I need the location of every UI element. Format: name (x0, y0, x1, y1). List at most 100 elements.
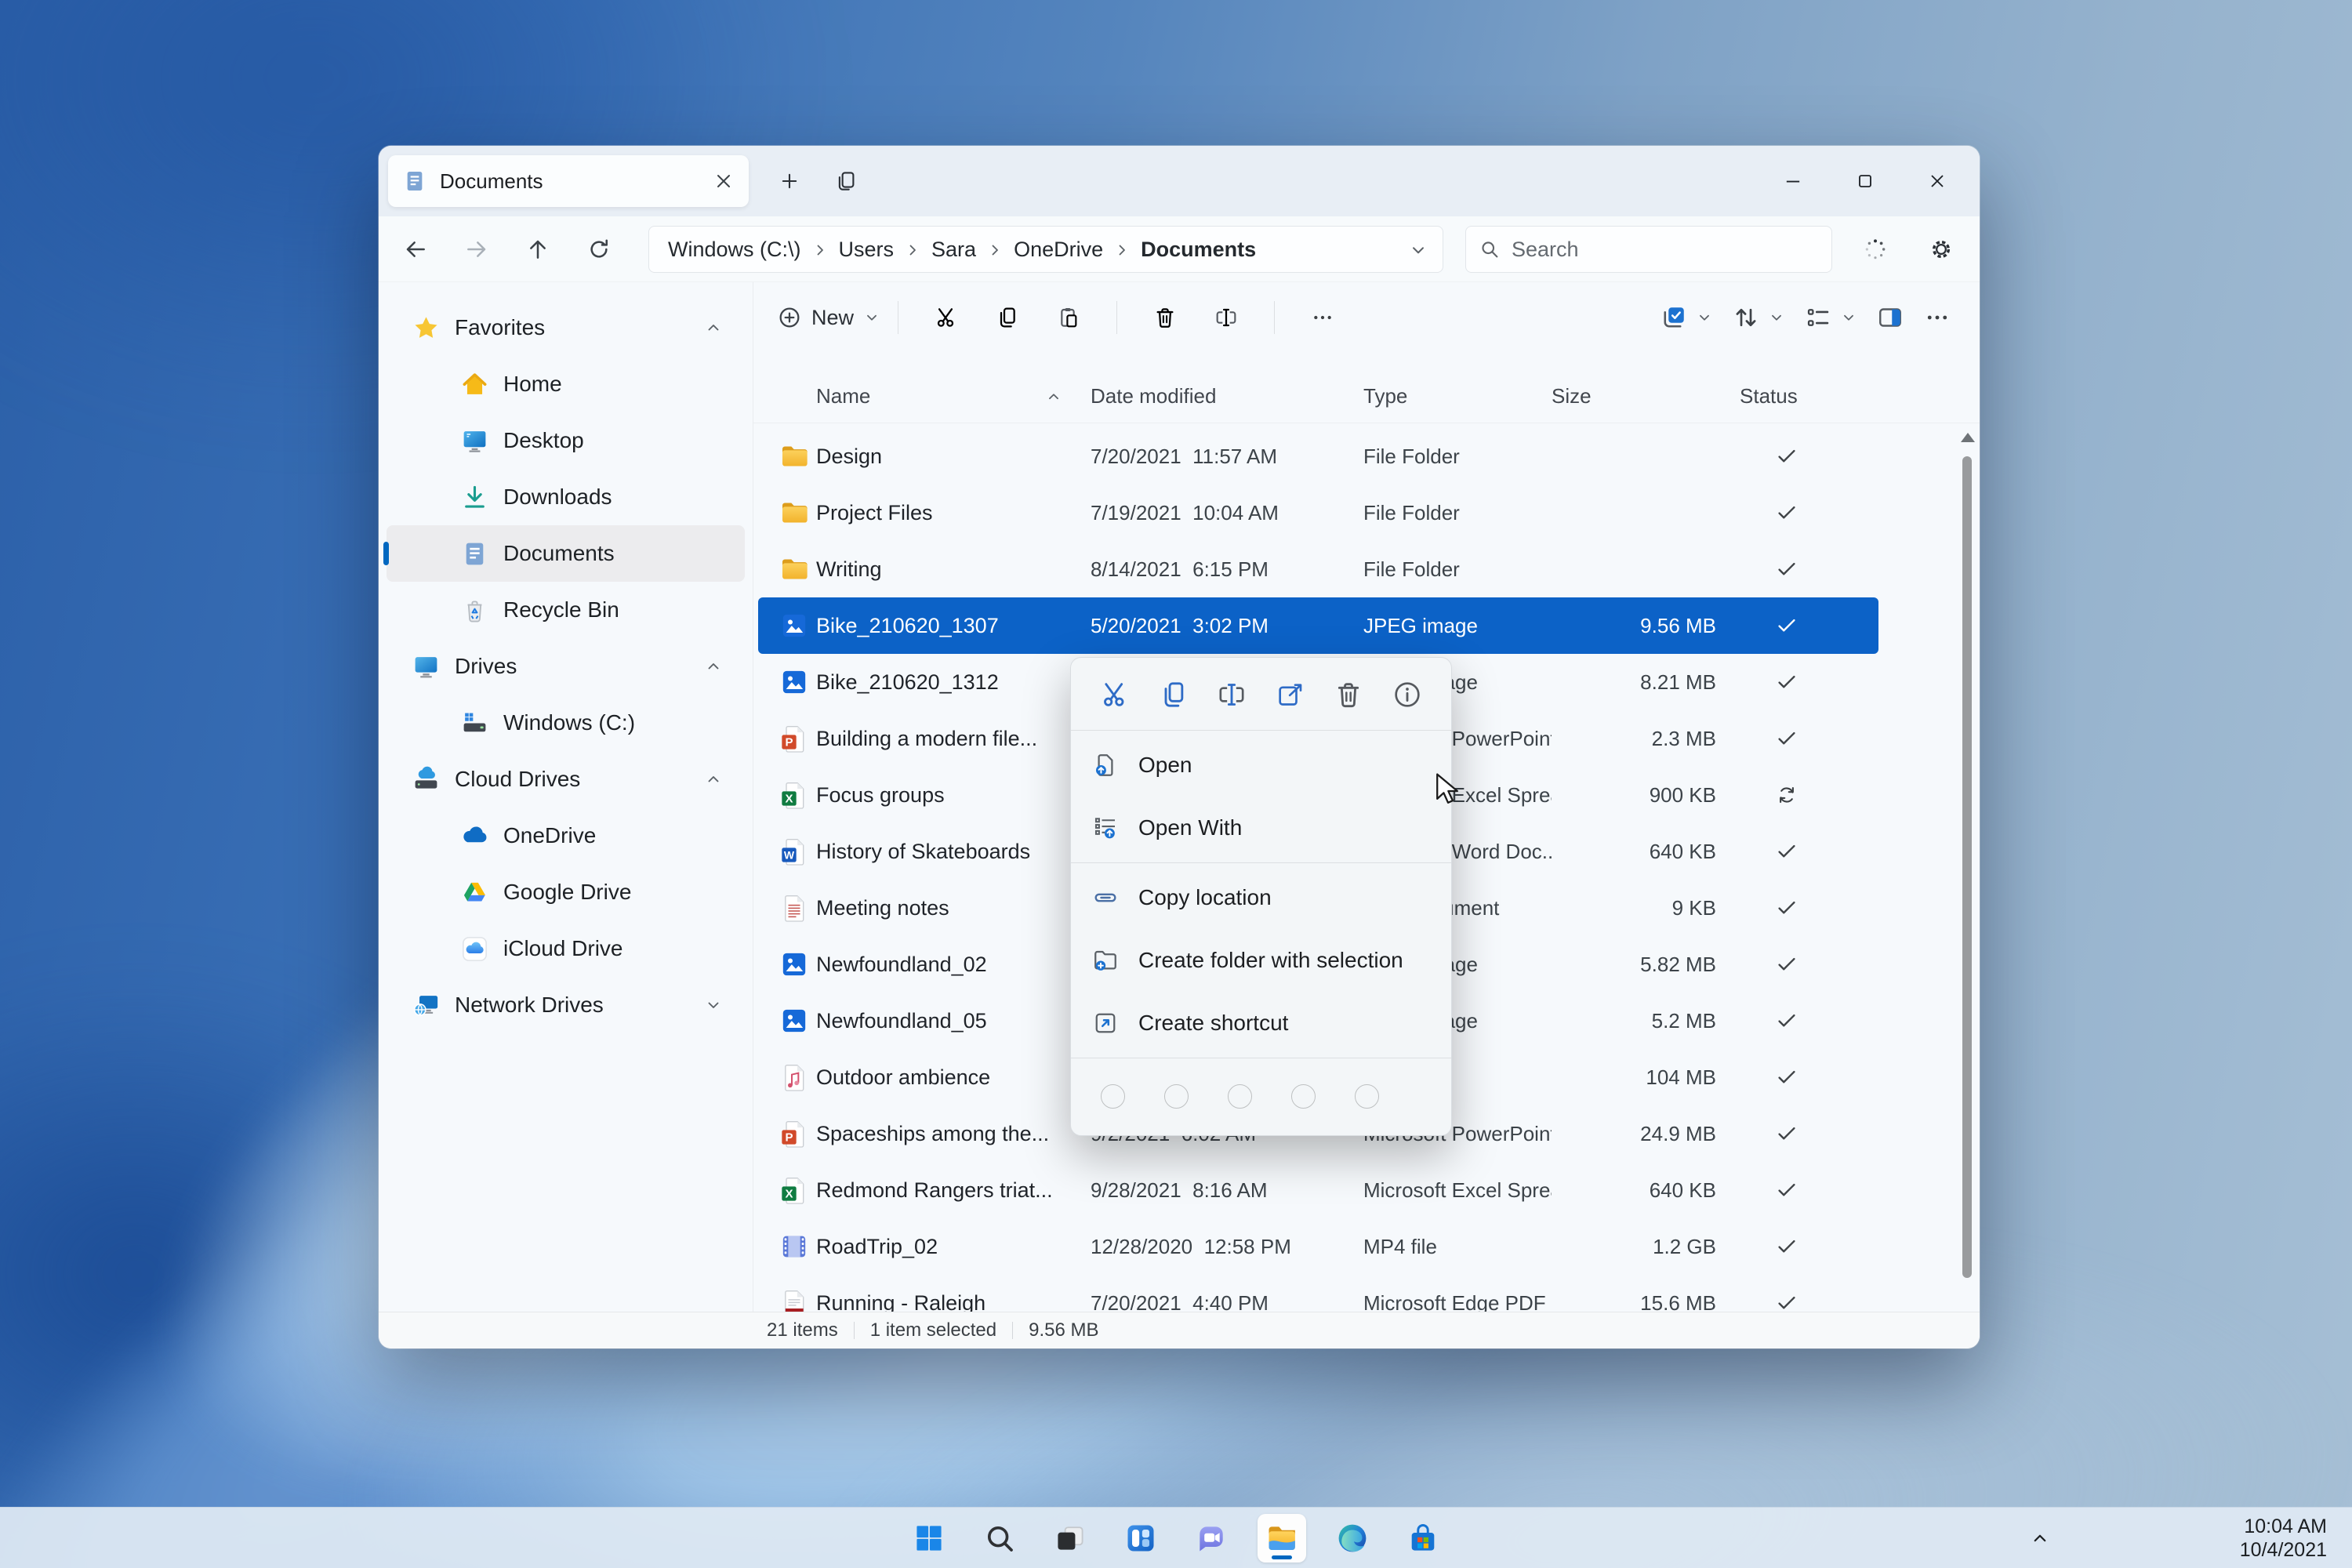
tag-teal[interactable] (1355, 1084, 1379, 1109)
file-row-Project Files[interactable]: Project Files 7/19/2021 10:04 AM File Fo… (758, 485, 1878, 541)
tray-icon-volume[interactable] (2135, 1525, 2161, 1552)
gear-icon[interactable] (1923, 231, 1959, 267)
view-control-button-more[interactable] (1923, 303, 1951, 332)
view-control-icon (1804, 303, 1832, 332)
context-menu-item-copy-location[interactable]: Copy location (1071, 866, 1451, 929)
sidebar-item[interactable]: Recycle Bin (387, 582, 745, 638)
column-header[interactable]: Size (1552, 384, 1740, 408)
sidebar-item-label: Home (503, 372, 745, 397)
file-row-Design[interactable]: Design 7/20/2021 11:57 AM File Folder (758, 428, 1878, 485)
quick-action-delete[interactable] (1333, 679, 1364, 710)
scroll-up-arrow[interactable] (1961, 433, 1975, 442)
context-menu-item-create-shortcut[interactable]: Create shortcut (1071, 992, 1451, 1054)
tab-close-icon[interactable] (713, 170, 735, 192)
taskbar-icon-store[interactable] (1399, 1514, 1447, 1563)
maximize-button[interactable] (1829, 157, 1901, 205)
quick-action-share[interactable] (1275, 679, 1306, 710)
breadcrumb-segment[interactable]: OneDrive (1011, 238, 1138, 262)
view-control-button-sort[interactable] (1732, 303, 1785, 332)
nav-button-refresh[interactable] (575, 225, 623, 274)
tab-actions-button[interactable] (827, 162, 865, 200)
taskbar-icon-start[interactable] (905, 1514, 953, 1563)
toolbar-button-copy[interactable] (977, 293, 1038, 342)
minimize-button[interactable] (1757, 157, 1829, 205)
sidebar-item[interactable]: Desktop (387, 412, 745, 469)
toolbar-button-rename[interactable] (1196, 293, 1257, 342)
clock[interactable]: 10:04 AM 10/4/2021 (2240, 1515, 2327, 1562)
section-chevron-icon[interactable] (704, 770, 723, 789)
sidebar-item[interactable]: Windows (C:) (387, 695, 745, 751)
sidebar-item[interactable]: Drives (387, 638, 745, 695)
context-menu-item-create-folder-with-selection[interactable]: Create folder with selection (1071, 929, 1451, 992)
view-control-button-view[interactable] (1804, 303, 1857, 332)
taskbar-icon-widgets[interactable] (1116, 1514, 1165, 1563)
toolbar-button-cut[interactable] (916, 293, 977, 342)
tray-icon-battery[interactable] (2182, 1525, 2209, 1552)
file-row-RoadTrip_02[interactable]: RoadTrip_02 12/28/2020 12:58 PM MP4 file… (758, 1218, 1878, 1275)
new-tab-button[interactable] (771, 162, 808, 200)
sidebar-item[interactable]: Google Drive (387, 864, 745, 920)
column-header[interactable]: Status (1740, 384, 1834, 408)
toolbar-button-more[interactable] (1292, 293, 1353, 342)
view-control-button-select[interactable] (1660, 303, 1713, 332)
taskbar-icon-task-view[interactable] (1046, 1514, 1094, 1563)
breadcrumb-segment[interactable]: Sara (928, 238, 1011, 262)
sidebar-item[interactable]: Downloads (387, 469, 745, 525)
toolbar-button-delete[interactable] (1134, 293, 1196, 342)
sidebar-item[interactable]: Network Drives (387, 977, 745, 1033)
search-input[interactable] (1512, 238, 1819, 262)
quick-action-cut[interactable] (1099, 679, 1131, 710)
section-chevron-icon[interactable] (704, 318, 723, 337)
sync-status-icon[interactable] (1857, 231, 1893, 267)
taskbar-icon-edge[interactable] (1328, 1514, 1377, 1563)
file-row-Bike_210620_1307[interactable]: Bike_210620_1307 5/20/2021 3:02 PM JPEG … (758, 597, 1878, 654)
file-row-Writing[interactable]: Writing 8/14/2021 6:15 PM File Folder (758, 541, 1878, 597)
taskbar-icon-chat[interactable] (1187, 1514, 1236, 1563)
section-chevron-icon[interactable] (704, 996, 723, 1014)
file-row-Redmond Rangers triat...[interactable]: X Redmond Rangers triat... 9/28/2021 8:1… (758, 1162, 1878, 1218)
nav-button-up[interactable] (514, 225, 562, 274)
view-control-button-preview-pane[interactable] (1876, 303, 1904, 332)
tag-blue[interactable] (1101, 1084, 1125, 1109)
breadcrumb-segment[interactable]: Users (836, 238, 929, 262)
tag-orange[interactable] (1164, 1084, 1189, 1109)
column-header[interactable]: Date modified (1091, 384, 1363, 408)
taskbar-icon-search[interactable] (975, 1514, 1024, 1563)
breadcrumb-dropdown-icon[interactable] (1408, 240, 1428, 260)
sidebar-item[interactable]: Documents (387, 525, 745, 582)
tag-yellow[interactable] (1228, 1084, 1252, 1109)
context-menu-item-open[interactable]: Open (1071, 734, 1451, 797)
breadcrumb-segment[interactable]: Windows (C:\) (665, 238, 836, 262)
new-button[interactable]: New (777, 305, 880, 330)
explorer-tab[interactable]: Documents (388, 155, 749, 207)
context-menu-item-open-with[interactable]: Open With (1071, 797, 1451, 859)
column-header[interactable]: Type (1363, 384, 1552, 408)
quick-action-properties[interactable] (1392, 679, 1423, 710)
chevron-down-icon (1768, 309, 1785, 326)
tag-green[interactable] (1291, 1084, 1316, 1109)
sidebar-item[interactable]: Home (387, 356, 745, 412)
close-button[interactable] (1901, 157, 1973, 205)
scrollbar-thumb[interactable] (1962, 456, 1972, 1278)
nav-button-forward[interactable] (452, 225, 501, 274)
sidebar-item[interactable]: Favorites (387, 299, 745, 356)
sidebar-item-icon (412, 652, 441, 681)
nav-button-back[interactable] (391, 225, 440, 274)
section-chevron-icon[interactable] (704, 657, 723, 676)
quick-action-rename[interactable] (1216, 679, 1247, 710)
toolbar-button-paste[interactable] (1038, 293, 1099, 342)
quick-action-copy[interactable] (1158, 679, 1189, 710)
breadcrumb[interactable]: Windows (C:\) Users Sara OneDrive Docume… (648, 226, 1443, 273)
breadcrumb-segment[interactable]: Documents (1138, 238, 1259, 262)
sidebar-item[interactable]: OneDrive (387, 808, 745, 864)
scrollbar[interactable] (1961, 428, 1973, 1312)
tray-chevron-icon[interactable] (2028, 1526, 2052, 1550)
search-box[interactable] (1465, 226, 1832, 273)
sidebar-item[interactable]: iCloud Drive (387, 920, 745, 977)
column-header[interactable]: Name (816, 384, 1091, 408)
file-row-Running - Raleigh[interactable]: Running - Raleigh 7/20/2021 4:40 PM Micr… (758, 1275, 1878, 1312)
file-status-icon (1775, 727, 1798, 750)
tray-icon-wifi[interactable] (2088, 1525, 2114, 1552)
sidebar-item[interactable]: Cloud Drives (387, 751, 745, 808)
taskbar-icon-file-explorer[interactable] (1258, 1514, 1306, 1563)
